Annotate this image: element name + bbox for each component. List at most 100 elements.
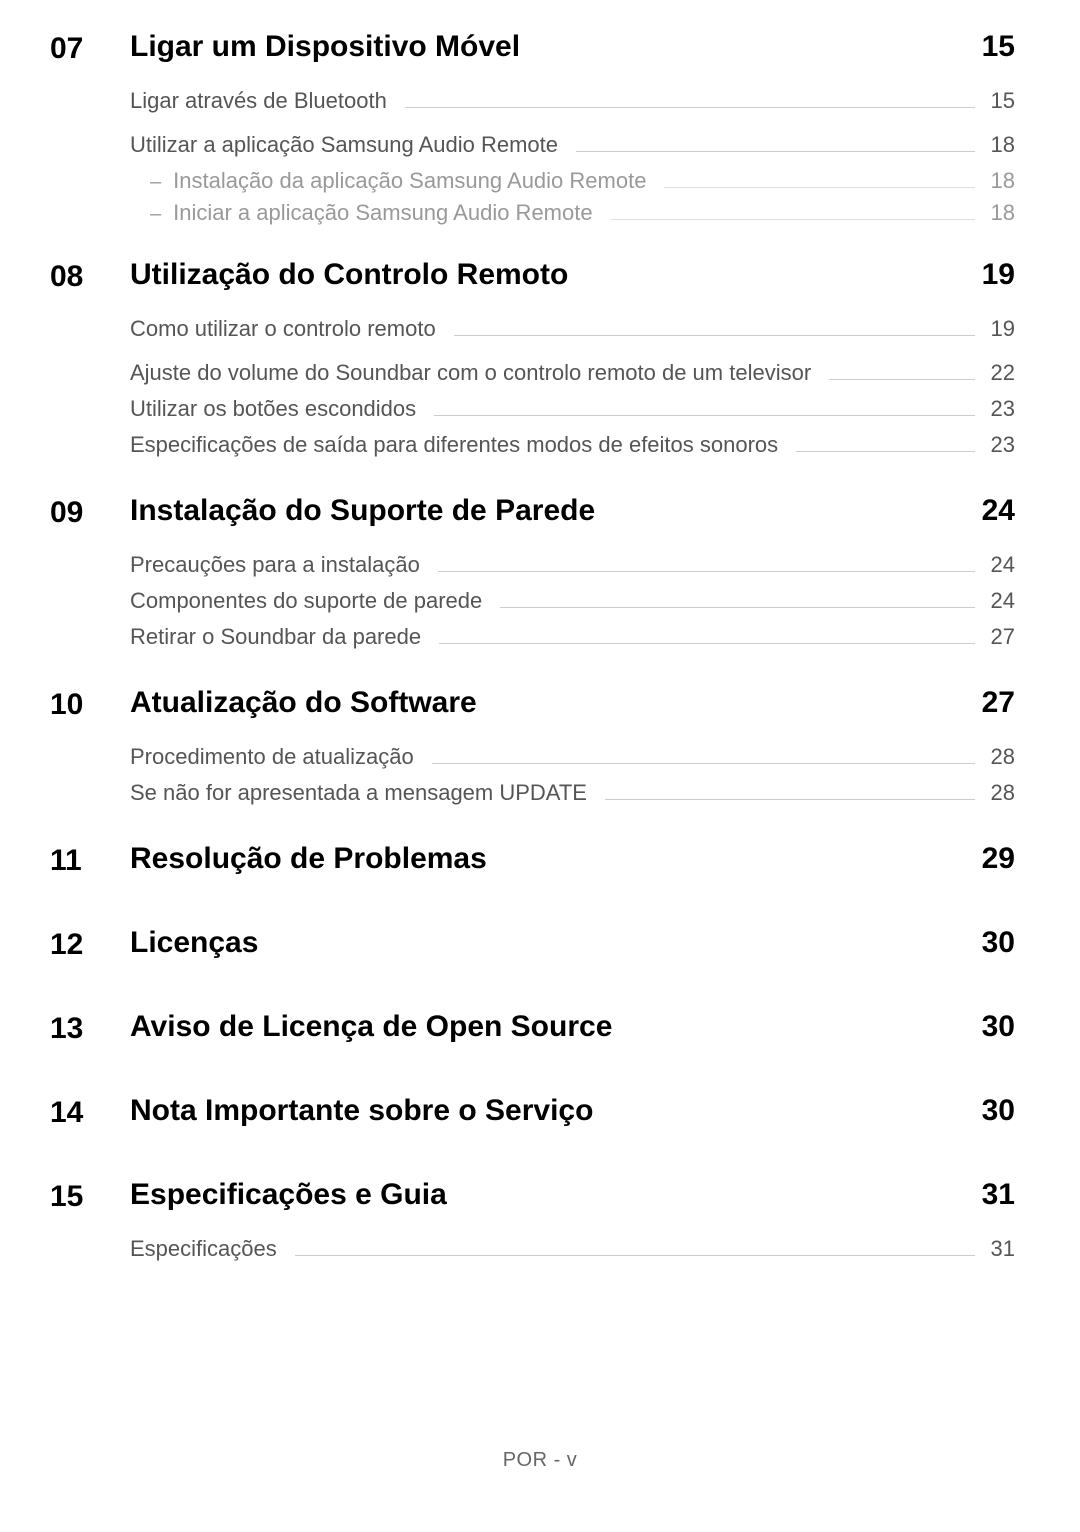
section-title: Licenças bbox=[130, 926, 258, 960]
section-page: 29 bbox=[982, 842, 1015, 876]
toc-entry[interactable]: Ligar através de Bluetooth15 bbox=[130, 88, 1015, 114]
entry-page: 15 bbox=[985, 88, 1015, 114]
toc-section: 14Nota Importante sobre o Serviço30 bbox=[50, 1094, 1015, 1152]
section-heading-row[interactable]: Ligar um Dispositivo Móvel15 bbox=[130, 30, 1015, 64]
toc-section: 12Licenças30 bbox=[50, 926, 1015, 984]
section-number: 09 bbox=[50, 494, 130, 660]
toc-section: 08Utilização do Controlo Remoto19Como ut… bbox=[50, 258, 1015, 468]
spacer bbox=[50, 1280, 1015, 1298]
section-page: 15 bbox=[982, 30, 1015, 64]
section-number: 13 bbox=[50, 1010, 130, 1068]
toc-section: 13Aviso de Licença de Open Source 30 bbox=[50, 1010, 1015, 1068]
section-body: Resolução de Problemas 29 bbox=[130, 842, 1015, 900]
section-heading-row[interactable]: Atualização do Software27 bbox=[130, 686, 1015, 720]
spacer bbox=[50, 992, 1015, 1010]
toc-entry[interactable]: Especificações31 bbox=[130, 1236, 1015, 1262]
leader-line bbox=[796, 451, 975, 452]
section-heading-row[interactable]: Licenças 30 bbox=[130, 926, 1015, 960]
toc-entry[interactable]: Retirar o Soundbar da parede 27 bbox=[130, 624, 1015, 650]
section-body: Atualização do Software27 Procedimento de… bbox=[130, 686, 1015, 816]
toc-entry[interactable]: Especificações de saída para diferentes … bbox=[130, 432, 1015, 458]
section-number: 10 bbox=[50, 686, 130, 816]
leader-line bbox=[576, 151, 975, 152]
section-heading-row[interactable]: Utilização do Controlo Remoto19 bbox=[130, 258, 1015, 292]
entry-page: 23 bbox=[985, 432, 1015, 458]
section-title: Especificações e Guia bbox=[130, 1178, 447, 1212]
spacer bbox=[50, 908, 1015, 926]
leader-line bbox=[829, 379, 975, 380]
subentry-text: Iniciar a aplicação Samsung Audio Remote bbox=[173, 200, 592, 226]
entry-page: 28 bbox=[985, 780, 1015, 806]
entry-text: Como utilizar o controlo remoto bbox=[130, 316, 436, 342]
toc-entry[interactable]: Utilizar os botões escondidos 23 bbox=[130, 396, 1015, 422]
entry-page: 31 bbox=[985, 1236, 1015, 1262]
toc-section: 11Resolução de Problemas29 bbox=[50, 842, 1015, 900]
section-page: 31 bbox=[982, 1178, 1015, 1212]
leader-line bbox=[611, 219, 975, 220]
entry-text: Retirar o Soundbar da parede bbox=[130, 624, 421, 650]
leader-line bbox=[295, 1255, 975, 1256]
leader-line bbox=[434, 415, 975, 416]
entry-text: Utilizar a aplicação Samsung Audio Remot… bbox=[130, 132, 558, 158]
entry-page: 23 bbox=[985, 396, 1015, 422]
dash-icon: – bbox=[150, 203, 161, 226]
entry-text: Se não for apresentada a mensagem UPDATE bbox=[130, 780, 587, 806]
spacer bbox=[130, 124, 1015, 132]
section-number: 15 bbox=[50, 1178, 130, 1272]
entry-page: 19 bbox=[985, 316, 1015, 342]
toc-subentry[interactable]: –Iniciar a aplicação Samsung Audio Remot… bbox=[130, 200, 1015, 226]
section-number: 14 bbox=[50, 1094, 130, 1152]
toc-entry[interactable]: Procedimento de atualização28 bbox=[130, 744, 1015, 770]
section-heading-row[interactable]: Instalação do Suporte de Parede 24 bbox=[130, 494, 1015, 528]
section-heading-row[interactable]: Aviso de Licença de Open Source 30 bbox=[130, 1010, 1015, 1044]
toc-section: 07Ligar um Dispositivo Móvel15Ligar atra… bbox=[50, 30, 1015, 232]
toc-entry[interactable]: Ajuste do volume do Soundbar com o contr… bbox=[130, 360, 1015, 386]
toc-entry[interactable]: Precauções para a instalação 24 bbox=[130, 552, 1015, 578]
section-title: Instalação do Suporte de Parede bbox=[130, 494, 595, 528]
section-title: Nota Importante sobre o Serviço bbox=[130, 1094, 593, 1128]
toc-entry[interactable]: Se não for apresentada a mensagem UPDATE… bbox=[130, 780, 1015, 806]
entry-page: 24 bbox=[985, 552, 1015, 578]
toc-entry[interactable]: Utilizar a aplicação Samsung Audio Remot… bbox=[130, 132, 1015, 158]
section-page: 30 bbox=[982, 926, 1015, 960]
spacer bbox=[50, 668, 1015, 686]
entry-text: Ajuste do volume do Soundbar com o contr… bbox=[130, 360, 811, 386]
section-page: 24 bbox=[982, 494, 1015, 528]
subentry-page: 18 bbox=[985, 200, 1015, 226]
toc-section: 15Especificações e Guia31Especificações3… bbox=[50, 1178, 1015, 1272]
section-page: 19 bbox=[982, 258, 1015, 292]
toc-entry[interactable]: Como utilizar o controlo remoto 19 bbox=[130, 316, 1015, 342]
spacer bbox=[50, 476, 1015, 494]
leader-line bbox=[664, 187, 975, 188]
section-body: Aviso de Licença de Open Source 30 bbox=[130, 1010, 1015, 1068]
section-body: Utilização do Controlo Remoto19 Como util… bbox=[130, 258, 1015, 468]
leader-line bbox=[605, 799, 975, 800]
page-footer: POR - v bbox=[0, 1449, 1080, 1472]
table-of-contents: 07Ligar um Dispositivo Móvel15Ligar atra… bbox=[50, 30, 1015, 1298]
section-title: Resolução de Problemas bbox=[130, 842, 487, 876]
section-body: Especificações e Guia31Especificações31 bbox=[130, 1178, 1015, 1272]
section-heading-row[interactable]: Resolução de Problemas 29 bbox=[130, 842, 1015, 876]
toc-entry[interactable]: Componentes do suporte de parede 24 bbox=[130, 588, 1015, 614]
entry-text: Utilizar os botões escondidos bbox=[130, 396, 416, 422]
entry-page: 27 bbox=[985, 624, 1015, 650]
entry-page: 18 bbox=[985, 132, 1015, 158]
leader-line bbox=[432, 763, 975, 764]
entry-text: Procedimento de atualização bbox=[130, 744, 414, 770]
entry-text: Componentes do suporte de parede bbox=[130, 588, 482, 614]
toc-section: 09Instalação do Suporte de Parede24Preca… bbox=[50, 494, 1015, 660]
entry-page: 24 bbox=[985, 588, 1015, 614]
leader-line bbox=[405, 107, 975, 108]
leader-line bbox=[438, 571, 975, 572]
entry-text: Especificações de saída para diferentes … bbox=[130, 432, 778, 458]
section-body: Instalação do Suporte de Parede24Precauç… bbox=[130, 494, 1015, 660]
spacer bbox=[50, 824, 1015, 842]
section-heading-row[interactable]: Especificações e Guia 31 bbox=[130, 1178, 1015, 1212]
section-title: Aviso de Licença de Open Source bbox=[130, 1010, 612, 1044]
entry-text: Precauções para a instalação bbox=[130, 552, 420, 578]
section-page: 30 bbox=[982, 1010, 1015, 1044]
leader-line bbox=[439, 643, 975, 644]
section-heading-row[interactable]: Nota Importante sobre o Serviço30 bbox=[130, 1094, 1015, 1128]
dash-icon: – bbox=[150, 171, 161, 194]
toc-subentry[interactable]: –Instalação da aplicação Samsung Audio R… bbox=[130, 168, 1015, 194]
